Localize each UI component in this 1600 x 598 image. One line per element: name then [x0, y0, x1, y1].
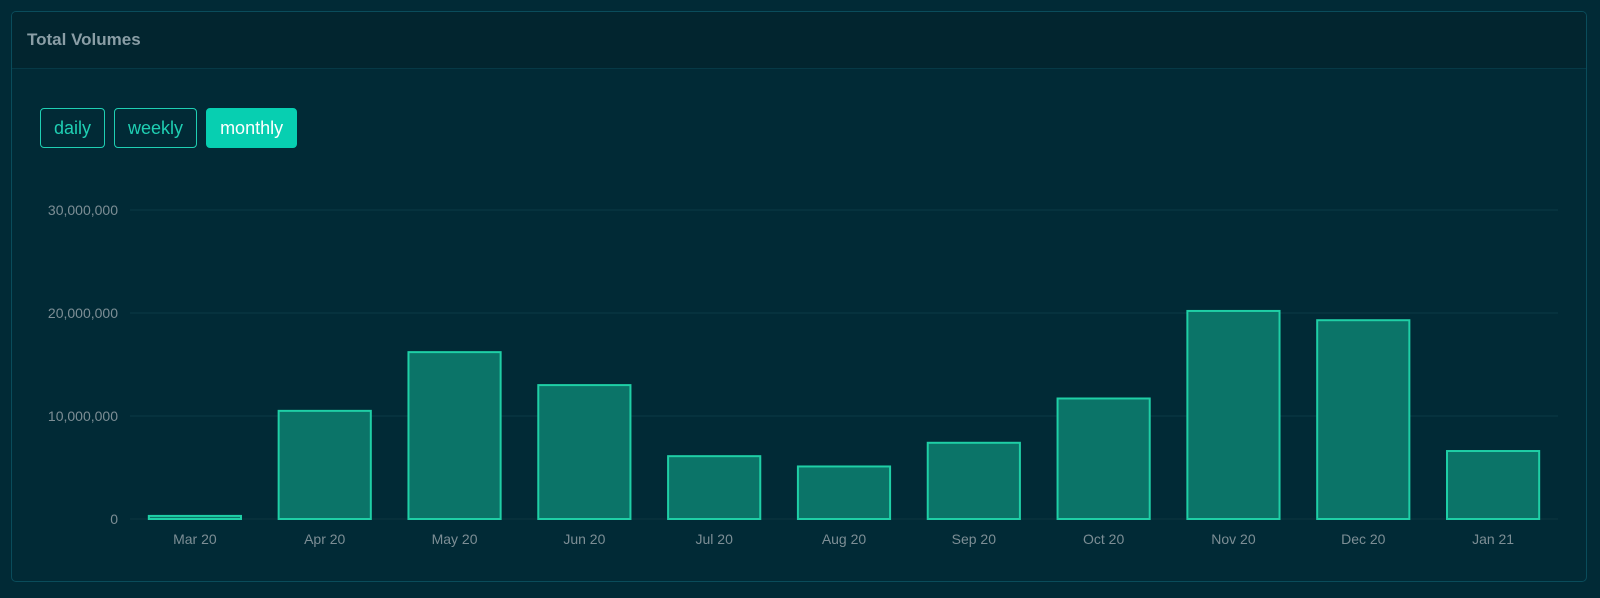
x-tick-label: Mar 20	[173, 531, 217, 547]
bar[interactable]	[796, 465, 892, 520]
x-tick-label: Aug 20	[822, 531, 867, 547]
x-tick-label: Nov 20	[1211, 531, 1256, 547]
x-tick-label: Dec 20	[1341, 531, 1386, 547]
bar[interactable]	[147, 514, 242, 520]
y-tick-label: 30,000,000	[48, 202, 118, 218]
bars	[147, 309, 1541, 521]
y-axis: 0 10,000,000 20,000,000 30,000,000	[48, 202, 118, 527]
bar[interactable]	[537, 384, 632, 520]
x-tick-label: Oct 20	[1083, 531, 1124, 547]
bar[interactable]	[1316, 319, 1411, 520]
y-tick-label: 10,000,000	[48, 408, 118, 424]
x-tick-label: Jul 20	[696, 531, 734, 547]
bar[interactable]	[1186, 309, 1281, 520]
y-tick-label: 0	[110, 511, 118, 527]
x-tick-label: May 20	[432, 531, 478, 547]
x-tick-label: Sep 20	[952, 531, 997, 547]
x-tick-label: Jan 21	[1472, 531, 1514, 547]
bar[interactable]	[926, 441, 1021, 520]
x-tick-label: Apr 20	[304, 531, 345, 547]
x-tick-label: Jun 20	[563, 531, 605, 547]
bar[interactable]	[407, 351, 502, 521]
x-axis: Mar 20 Apr 20 May 20 Jun 20 Jul 20 Aug 20 Sep …	[173, 531, 1514, 547]
volume-bar-chart: 0 10,000,000 20,000,000 30,000,000 Mar 20 Ap…	[48, 202, 1558, 547]
bar[interactable]	[1056, 397, 1151, 520]
y-tick-label: 20,000,000	[48, 305, 118, 321]
bar[interactable]	[277, 409, 372, 521]
bar[interactable]	[667, 455, 762, 521]
bar[interactable]	[1446, 450, 1541, 520]
